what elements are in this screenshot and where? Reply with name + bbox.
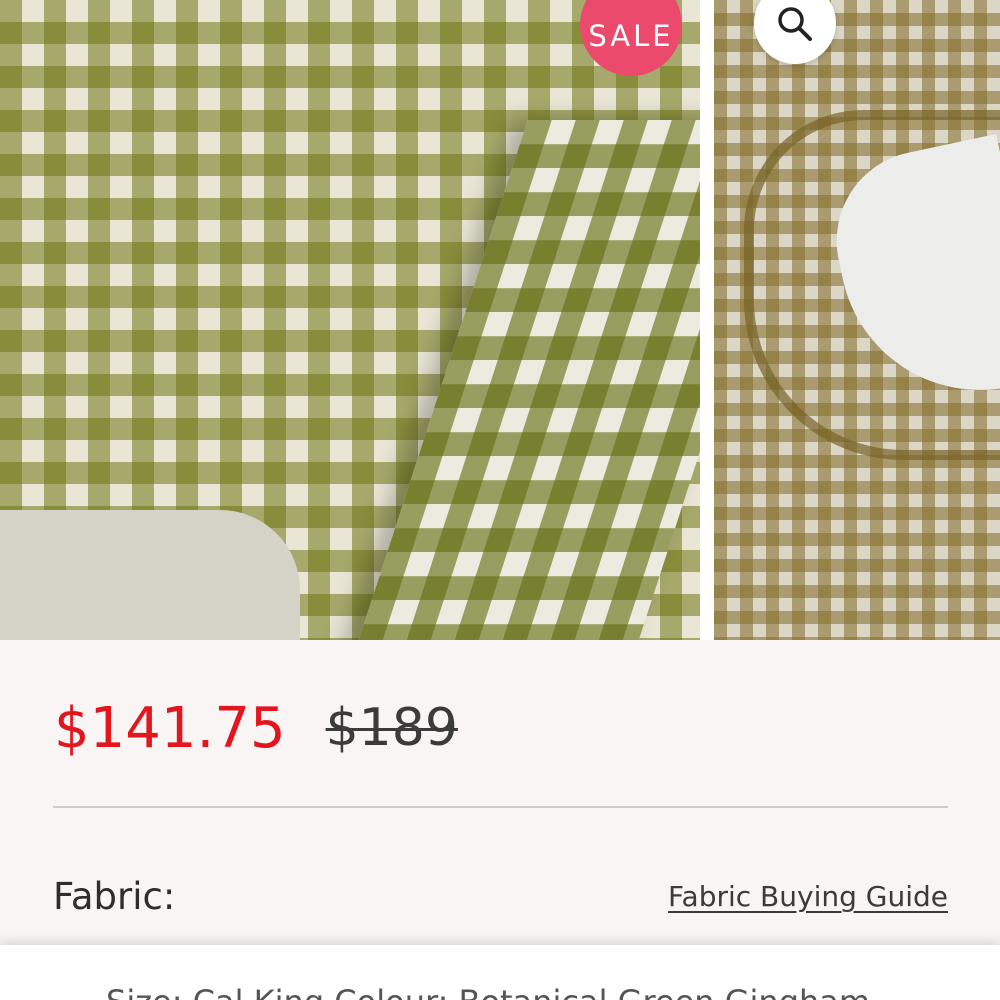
- product-image-main[interactable]: [0, 0, 700, 640]
- sticky-variant-bar: Size: Cal King Colour: Botanical Green G…: [0, 945, 1000, 1000]
- variant-summary: Size: Cal King Colour: Botanical Green G…: [106, 983, 870, 1000]
- fabric-buying-guide-link[interactable]: Fabric Buying Guide: [668, 880, 948, 913]
- magnifier-icon: [778, 7, 812, 41]
- pillow-shape: [0, 510, 300, 640]
- original-price: $189: [325, 698, 458, 758]
- divider: [53, 806, 948, 808]
- price-row: $141.75 $189: [54, 692, 458, 764]
- product-image-secondary[interactable]: [714, 0, 1000, 640]
- product-image-gallery: SALE: [0, 0, 1000, 640]
- sale-price: $141.75: [54, 695, 286, 761]
- sheet-fold: [352, 120, 700, 640]
- fabric-label: Fabric:: [53, 875, 176, 918]
- fitted-sheet-elastic: [744, 110, 1000, 460]
